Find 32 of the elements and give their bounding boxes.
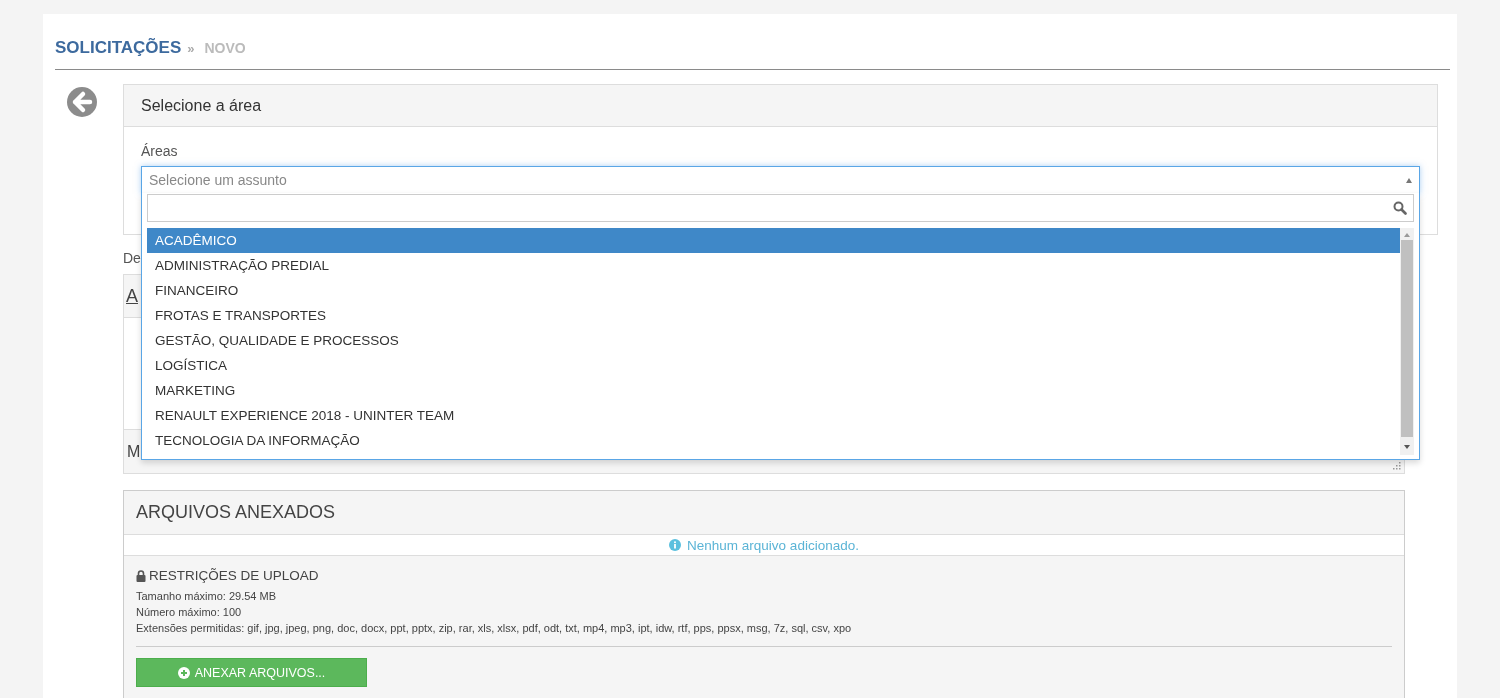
restriction-text: Extensões permitidas: gif, jpg, jpeg, png, doc, docx, ppt, pptx, zip, rar, xls, xlsx, pdf, odt, txt, mp4, mp3, ipt, idw, rtf, pps, ppsx, msg, 7z, sql, csv, xpo	[136, 621, 853, 636]
info-message: Nenhum arquivo adicionado.	[687, 537, 859, 553]
dropdown-option[interactable]: RENAULT EXPERIENCE 2018 - UNINTER TEAM	[147, 403, 1400, 428]
restrictions-title: RESTRIÇÕES DE UPLOAD	[149, 568, 319, 583]
scroll-down-icon[interactable]	[1404, 445, 1410, 449]
dropdown-option[interactable]: ACADÊMICO	[147, 228, 1400, 253]
dropdown-option[interactable]: GESTÃO, QUALIDADE E PROCESSOS	[147, 328, 1400, 353]
breadcrumb-link[interactable]: SOLICITAÇÕES	[55, 38, 182, 58]
dropdown-option[interactable]: FROTAS E TRANSPORTES	[147, 303, 1400, 328]
caret-icon	[1406, 177, 1412, 183]
info-icon	[669, 539, 682, 551]
plus-circle-icon	[177, 666, 190, 679]
breadcrumb-separator: »	[187, 41, 195, 56]
scrollbar-thumb[interactable]	[1401, 240, 1413, 437]
field-label: M	[127, 442, 141, 461]
dropdown-option[interactable]: FINANCEIRO	[147, 278, 1400, 303]
dropdown-option[interactable]: ADMINISTRAÇÃO PREDIAL	[147, 253, 1400, 278]
field-label: Áreas	[141, 143, 179, 161]
panel-title: A	[126, 285, 138, 307]
field-label: De	[123, 250, 141, 266]
search-field[interactable]	[147, 194, 1414, 222]
resize-grip-icon	[1393, 462, 1401, 470]
search-icon	[1393, 201, 1407, 215]
dropdown-option[interactable]: TECNOLOGIA DA INFORMAÇÃO	[147, 428, 1400, 453]
scrollbar[interactable]	[1400, 228, 1414, 455]
lock-icon	[136, 569, 146, 582]
restriction-text: Tamanho máximo: 29.54 MB	[136, 589, 277, 604]
panel-title: Selecione a área	[124, 85, 1437, 127]
dropdown-option[interactable]: LOGÍSTICA	[147, 353, 1400, 378]
restriction-text: Número máximo: 100	[136, 605, 243, 620]
breadcrumb-current: NOVO	[204, 40, 246, 56]
dropdown-option[interactable]: MARKETING	[147, 378, 1400, 403]
